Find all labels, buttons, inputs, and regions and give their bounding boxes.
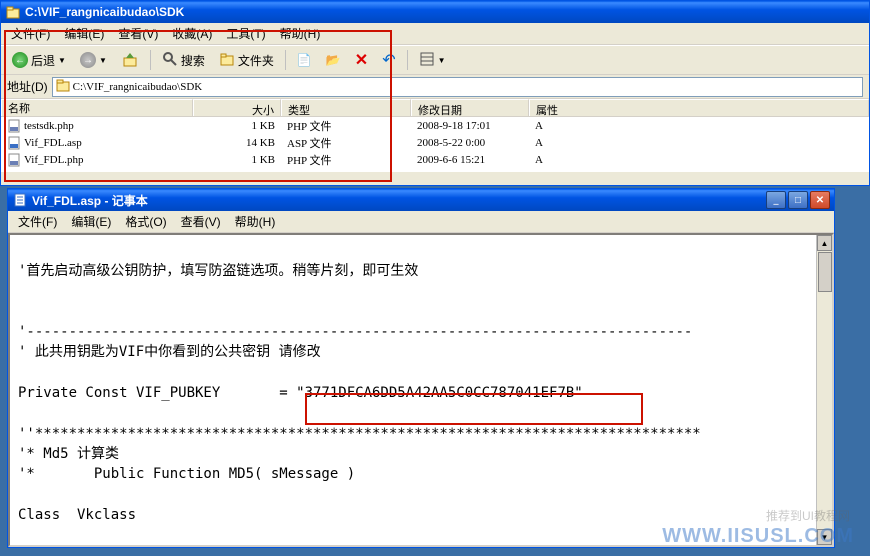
file-size: 1 KB (193, 120, 281, 132)
file-row[interactable]: Vif_FDL.php 1 KB PHP 文件 2009-6-6 15:21 A (1, 151, 869, 168)
address-input[interactable] (73, 81, 859, 93)
explorer-titlebar[interactable]: C:\VIF_rangnicaibudao\SDK (1, 1, 869, 23)
file-attr: A (529, 120, 589, 132)
search-button[interactable]: 搜索 (157, 49, 210, 71)
folders-button[interactable]: 文件夹 (214, 49, 279, 71)
notepad-text-area[interactable]: '首先启动高级公钥防护，填写防盗链选项。稍等片刻，即可生效 '---------… (8, 233, 834, 547)
address-field[interactable] (52, 77, 863, 97)
close-button[interactable]: ✕ (810, 191, 830, 209)
folder-icon (56, 78, 70, 95)
col-attr[interactable]: 属性 (529, 99, 869, 116)
notepad-window: Vif_FDL.asp - 记事本 _ □ ✕ 文件(F) 编辑(E) 格式(O… (7, 188, 835, 548)
scroll-up-button[interactable]: ▲ (817, 235, 832, 251)
folders-label: 文件夹 (238, 52, 274, 69)
explorer-window: C:\VIF_rangnicaibudao\SDK 文件(F) 编辑(E) 查看… (0, 0, 870, 186)
explorer-title: C:\VIF_rangnicaibudao\SDK (25, 5, 865, 19)
search-icon (162, 51, 178, 70)
toolbar-separator (285, 50, 286, 70)
copy-icon: 📄 (297, 53, 312, 67)
file-size: 14 KB (193, 137, 281, 149)
undo-icon: ↶ (382, 50, 395, 70)
np-menu-help[interactable]: 帮助(H) (229, 211, 282, 232)
forward-arrow-icon: → (80, 52, 96, 68)
np-menu-file[interactable]: 文件(F) (12, 211, 63, 232)
menu-edit[interactable]: 编辑(E) (58, 23, 110, 44)
chevron-down-icon: ▼ (58, 56, 66, 65)
notepad-menubar: 文件(F) 编辑(E) 格式(O) 查看(V) 帮助(H) (8, 211, 834, 233)
file-name: testsdk.php (24, 120, 74, 132)
minimize-icon: _ (774, 195, 779, 206)
back-button[interactable]: ← 后退 ▼ (7, 49, 71, 71)
np-menu-edit[interactable]: 编辑(E) (65, 211, 117, 232)
minimize-button[interactable]: _ (766, 191, 786, 209)
chevron-down-icon: ▼ (99, 56, 107, 65)
vertical-scrollbar[interactable]: ▲ ▼ (816, 235, 832, 545)
toolbar-separator (150, 50, 151, 70)
search-label: 搜索 (181, 52, 205, 69)
close-icon: ✕ (816, 195, 824, 206)
watermark-text: 推荐到UI教程网 (766, 507, 850, 524)
php-file-icon (7, 153, 21, 167)
file-attr: A (529, 154, 589, 166)
file-date: 2008-9-18 17:01 (411, 120, 529, 132)
file-date: 2009-6-6 15:21 (411, 154, 529, 166)
col-type[interactable]: 类型 (281, 99, 411, 116)
menu-fav[interactable]: 收藏(A) (166, 23, 218, 44)
delete-button[interactable]: ✕ (350, 49, 373, 71)
file-type: ASP 文件 (281, 135, 411, 151)
notepad-title: Vif_FDL.asp - 记事本 (32, 192, 766, 209)
file-row[interactable]: testsdk.php 1 KB PHP 文件 2008-9-18 17:01 … (1, 117, 869, 134)
col-date[interactable]: 修改日期 (411, 99, 529, 116)
up-button[interactable] (116, 49, 144, 71)
views-button[interactable]: ▼ (414, 49, 451, 71)
explorer-menubar: 文件(F) 编辑(E) 查看(V) 收藏(A) 工具(T) 帮助(H) (1, 23, 869, 45)
php-file-icon (7, 119, 21, 133)
scroll-thumb[interactable] (818, 252, 832, 292)
explorer-toolbar: ← 后退 ▼ → ▼ 搜索 文件夹 📄 📂 ✕ ↶ ▼ (1, 45, 869, 75)
np-menu-format[interactable]: 格式(O) (119, 211, 172, 232)
move-icon: 📂 (326, 53, 341, 67)
maximize-button[interactable]: □ (788, 191, 808, 209)
address-label: 地址(D) (7, 78, 48, 95)
folder-icon (5, 4, 21, 20)
back-arrow-icon: ← (12, 52, 28, 68)
folders-icon (219, 51, 235, 70)
notepad-icon (12, 192, 28, 208)
file-type: PHP 文件 (281, 118, 411, 134)
annotation-box-pubkey (305, 393, 643, 425)
file-date: 2008-5-22 0:00 (411, 137, 529, 149)
menu-view[interactable]: 查看(V) (112, 23, 164, 44)
col-size[interactable]: 大小 (193, 99, 281, 116)
asp-file-icon (7, 136, 21, 150)
undo-button[interactable]: ↶ (377, 49, 400, 71)
forward-button[interactable]: → ▼ (75, 49, 112, 71)
file-row[interactable]: Vif_FDL.asp 14 KB ASP 文件 2008-5-22 0:00 … (1, 134, 869, 151)
file-name: Vif_FDL.php (24, 154, 84, 166)
toolbar-separator (407, 50, 408, 70)
chevron-up-icon: ▲ (821, 239, 829, 248)
file-list-header: 名称 大小 类型 修改日期 属性 (1, 99, 869, 117)
notepad-titlebar[interactable]: Vif_FDL.asp - 记事本 _ □ ✕ (8, 189, 834, 211)
file-name: Vif_FDL.asp (24, 137, 82, 149)
np-menu-view[interactable]: 查看(V) (175, 211, 227, 232)
menu-tools[interactable]: 工具(T) (220, 23, 271, 44)
watermark-url: WWW.IISUSL.COM (662, 525, 854, 548)
views-icon (419, 51, 435, 70)
menu-help[interactable]: 帮助(H) (274, 23, 327, 44)
up-folder-icon (121, 50, 139, 71)
file-type: PHP 文件 (281, 152, 411, 168)
move-to-button[interactable]: 📂 (321, 49, 346, 71)
address-bar: 地址(D) (1, 75, 869, 99)
maximize-icon: □ (795, 195, 801, 206)
file-list[interactable]: testsdk.php 1 KB PHP 文件 2008-9-18 17:01 … (1, 117, 869, 172)
chevron-down-icon: ▼ (438, 56, 446, 65)
delete-x-icon: ✕ (355, 50, 368, 70)
copy-to-button[interactable]: 📄 (292, 49, 317, 71)
back-label: 后退 (31, 52, 55, 69)
file-size: 1 KB (193, 154, 281, 166)
file-attr: A (529, 137, 589, 149)
menu-file[interactable]: 文件(F) (5, 23, 56, 44)
notepad-content[interactable]: '首先启动高级公钥防护，填写防盗链选项。稍等片刻，即可生效 '---------… (10, 235, 832, 547)
col-name[interactable]: 名称 (1, 99, 193, 116)
